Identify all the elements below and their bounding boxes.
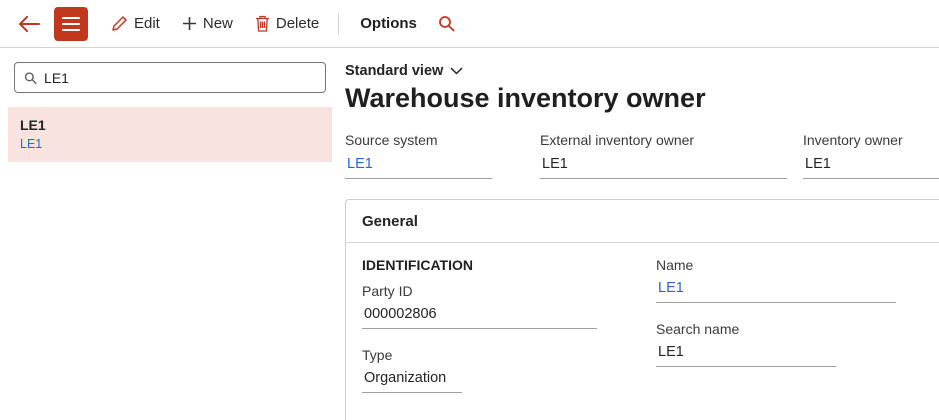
toolbar-divider [338, 12, 340, 35]
general-section-header[interactable]: General [346, 200, 939, 243]
field-value[interactable]: LE1 [345, 155, 492, 179]
field-party-id: Party ID 000002806 [362, 283, 612, 329]
general-section: General IDENTIFICATION Party ID 00000280… [345, 199, 939, 420]
field-label: External inventory owner [540, 132, 695, 148]
app-window: Edit New Delete Options LE1 LE1 LE1 Stan… [0, 0, 939, 420]
detail-pane: Standard view Warehouse inventory owner … [345, 55, 939, 420]
list-search-box [14, 62, 326, 93]
name-column: Name LE1 Search name LE1 [656, 257, 896, 411]
general-section-body: IDENTIFICATION Party ID 000002806 Type O… [346, 243, 939, 420]
field-search-name: Search name LE1 [656, 321, 896, 367]
search-icon [439, 16, 455, 32]
field-label: Name [656, 257, 694, 273]
field-label: Party ID [362, 283, 413, 299]
hamburger-icon [62, 16, 80, 19]
field-name: Name LE1 [656, 257, 896, 303]
field-label: Source system [345, 132, 438, 148]
edit-button[interactable]: Edit [100, 9, 171, 38]
field-type: Type Organization [362, 347, 612, 393]
field-source-system: Source system LE1 [345, 132, 492, 179]
chevron-down-icon [450, 67, 463, 75]
field-value[interactable]: LE1 [803, 155, 939, 179]
field-value[interactable]: LE1 [540, 155, 787, 179]
identification-column: IDENTIFICATION Party ID 000002806 Type O… [362, 257, 612, 411]
arrow-left-icon [19, 15, 40, 32]
field-inventory-owner: Inventory owner LE1 [803, 132, 939, 179]
record-list-panel: LE1 LE1 [8, 55, 332, 420]
view-selector[interactable]: Standard view [345, 63, 463, 79]
view-selector-label: Standard view [345, 63, 444, 79]
command-bar: Edit New Delete Options [0, 0, 939, 48]
new-button[interactable]: New [171, 9, 244, 38]
list-item[interactable]: LE1 LE1 [8, 107, 332, 162]
new-label: New [202, 15, 233, 32]
list-item-title: LE1 [20, 117, 46, 133]
options-label: Options [360, 15, 417, 32]
back-button[interactable] [10, 10, 48, 38]
field-value[interactable]: 000002806 [362, 305, 597, 329]
pencil-icon [112, 16, 127, 31]
plus-icon [182, 17, 196, 30]
options-button[interactable]: Options [347, 9, 430, 38]
trash-icon [255, 15, 269, 32]
search-icon [24, 71, 37, 84]
delete-button[interactable]: Delete [244, 9, 330, 38]
field-label: Inventory owner [803, 132, 903, 148]
page-title: Warehouse inventory owner [345, 83, 706, 113]
field-external-inventory-owner: External inventory owner LE1 [540, 132, 787, 179]
edit-label: Edit [134, 15, 160, 32]
search-input[interactable] [44, 69, 316, 86]
field-value[interactable]: LE1 [656, 279, 896, 303]
delete-label: Delete [275, 15, 320, 32]
field-value[interactable]: Organization [362, 369, 462, 393]
toolbar-search-button[interactable] [430, 9, 463, 38]
nav-menu-button[interactable] [54, 6, 88, 41]
list-item-subtitle: LE1 [20, 137, 43, 151]
header-fields: Source system LE1 External inventory own… [345, 132, 939, 179]
field-label: Search name [656, 321, 740, 337]
group-title: IDENTIFICATION [362, 257, 473, 273]
field-value[interactable]: LE1 [656, 343, 836, 367]
field-label: Type [362, 347, 393, 363]
